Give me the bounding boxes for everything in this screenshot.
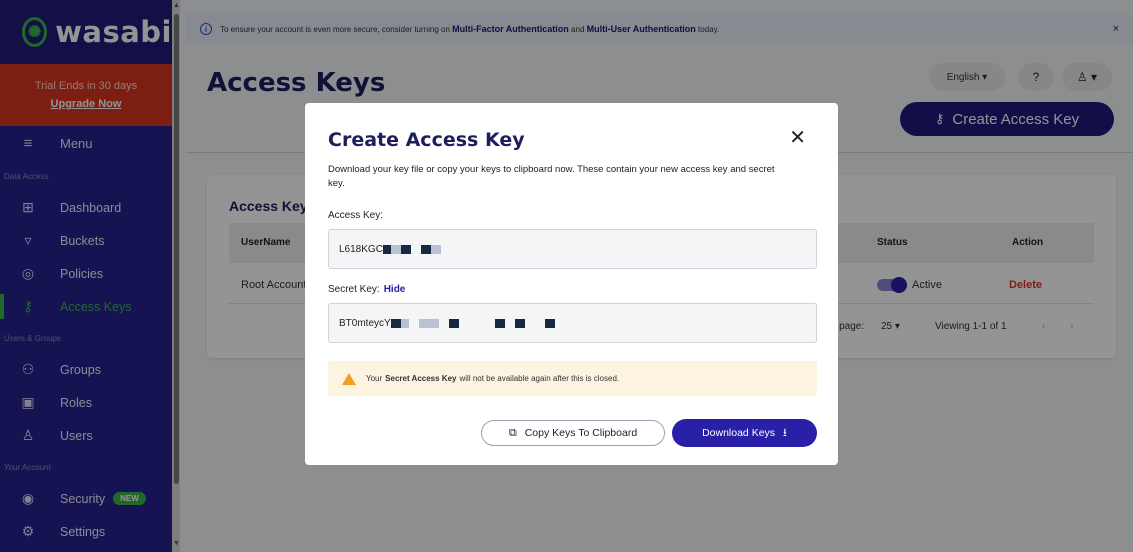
warning-text-pre: Your [366,374,383,383]
modal-title: Create Access Key [328,129,525,151]
warning-icon [342,372,356,385]
copy-icon: ⧉ [508,426,517,439]
close-icon[interactable]: ✕ [789,125,806,150]
redaction-block [382,244,391,254]
access-key-label: Access Key: [328,210,384,221]
secret-key-label-row: Secret Key: Hide [328,284,405,295]
redaction-block [420,244,431,254]
download-keys-label: Download Keys [702,427,776,439]
redaction-block [400,318,409,328]
redaction-block [514,318,525,328]
redaction-block [400,244,411,254]
copy-keys-label: Copy Keys To Clipboard [524,427,638,439]
redaction-block [390,244,401,254]
warning-box: Your Secret Access Key will not be availab… [328,361,817,396]
modal-description: Download your key file or copy your keys… [328,164,775,189]
secret-key-field[interactable]: BT0mteycY [328,303,817,343]
copy-keys-button[interactable]: ⧉ Copy Keys To Clipboard [481,420,665,446]
secret-key-value: BT0mteycY [339,317,391,329]
redaction-block [544,318,555,328]
redaction-block [494,318,505,328]
redaction-block [418,318,439,328]
hide-link[interactable]: Hide [384,284,406,295]
redaction-block [430,244,441,254]
warning-text-bold: Secret Access Key [385,374,457,383]
download-icon: ⭳ [783,426,787,439]
redaction-block [390,318,401,328]
access-key-field[interactable]: L618KGC [328,229,817,269]
redaction-block [448,318,459,328]
warning-text-post: will not be available again after this i… [459,374,620,383]
create-access-key-modal: Create Access Key ✕ Download your key fi… [305,103,838,465]
secret-key-label: Secret Key: [328,284,380,295]
download-keys-button[interactable]: Download Keys ⭳ [672,419,817,447]
access-key-value: L618KGC [339,243,383,255]
